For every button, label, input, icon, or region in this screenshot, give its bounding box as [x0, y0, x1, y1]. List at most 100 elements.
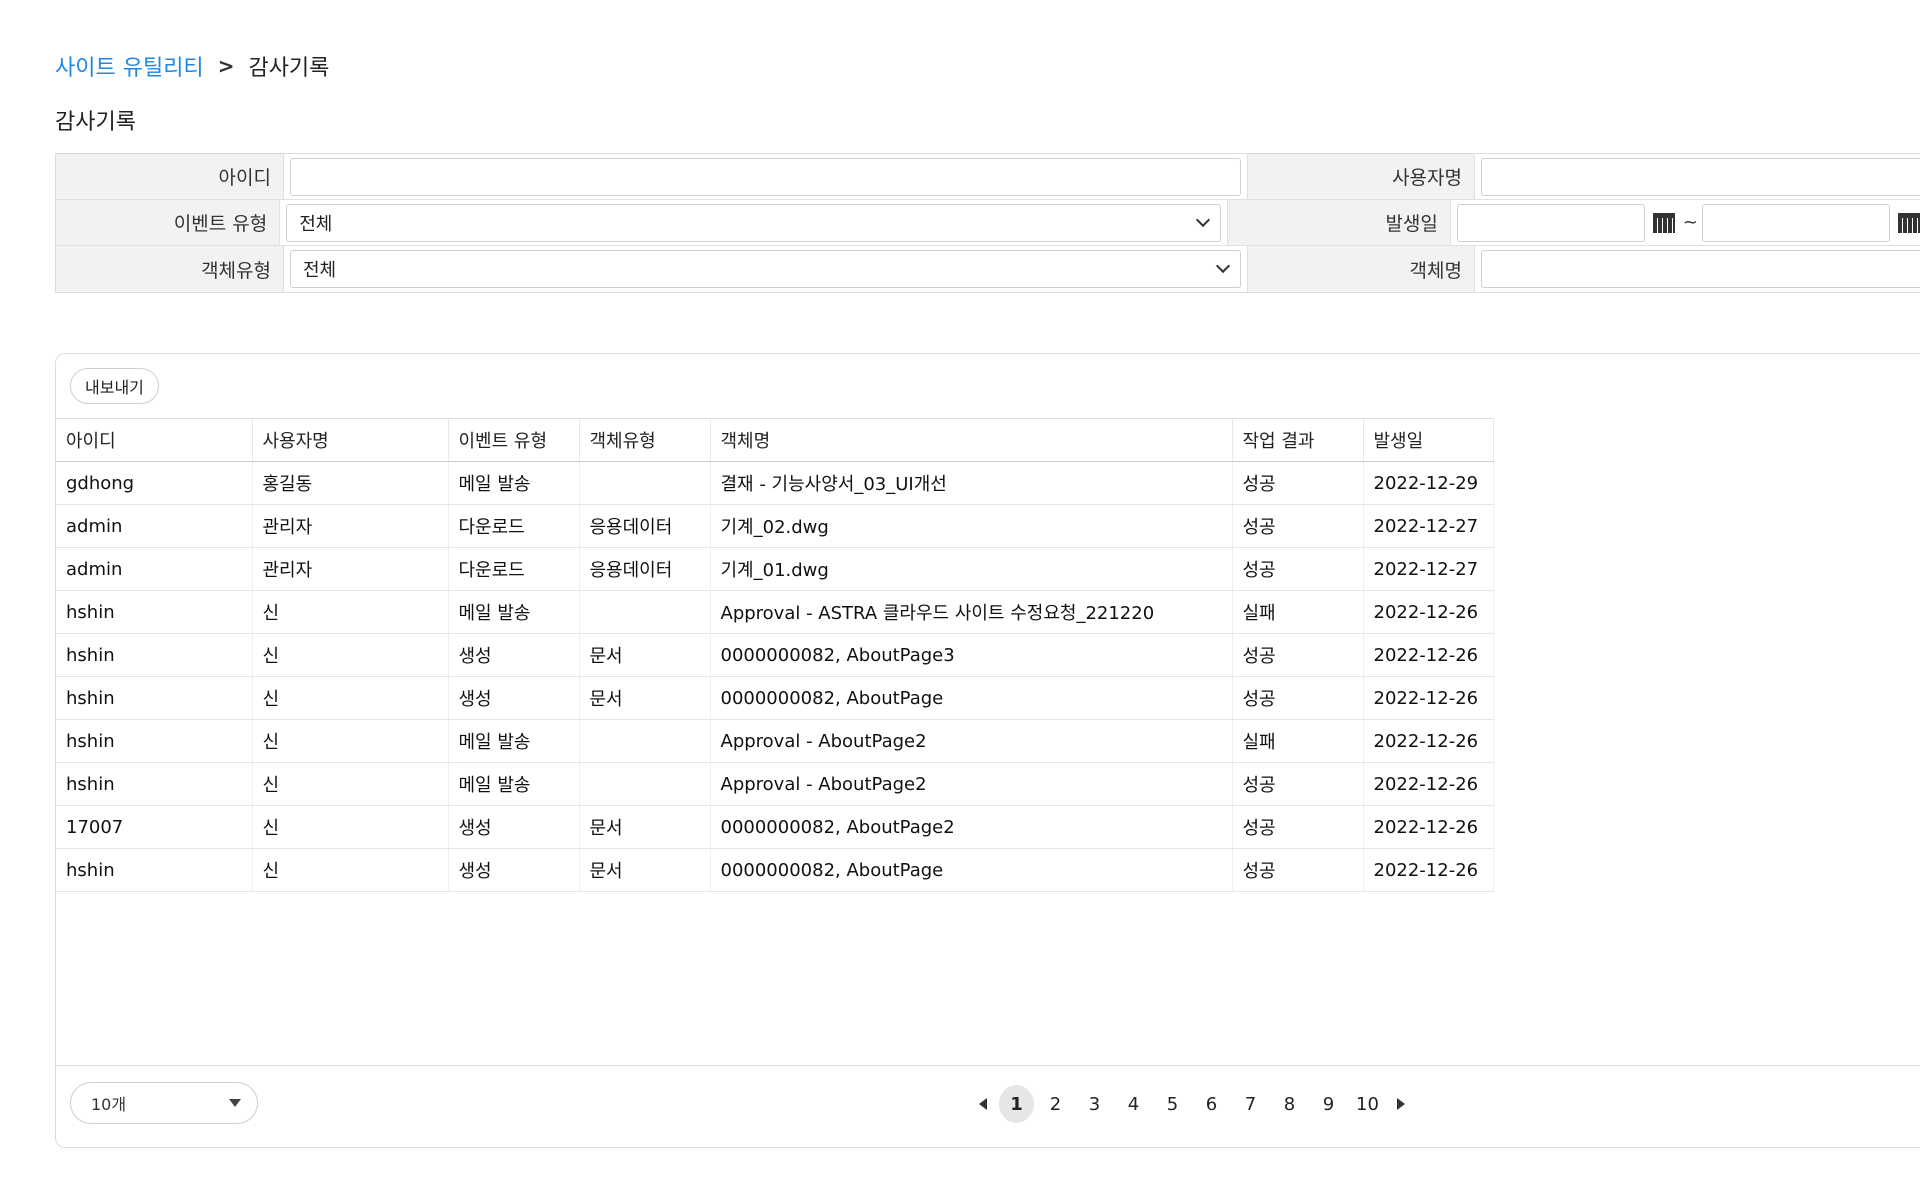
- cell-id: hshin: [56, 633, 253, 677]
- caret-left-icon: [979, 1098, 987, 1110]
- cell-date: 2022-12-27: [1363, 547, 1494, 591]
- prev-page-button[interactable]: [971, 1085, 995, 1123]
- cell-date: 2022-12-26: [1363, 590, 1494, 634]
- cell-object-type: 응용데이터: [579, 547, 711, 591]
- cell-date: 2022-12-26: [1363, 848, 1494, 892]
- column-header-result[interactable]: 작업 결과: [1232, 418, 1364, 462]
- next-page-button[interactable]: [1389, 1085, 1413, 1123]
- caret-down-icon: [229, 1099, 241, 1107]
- calendar-icon[interactable]: [1652, 212, 1675, 233]
- object-name-input[interactable]: [1481, 250, 1920, 288]
- page-number-2[interactable]: 2: [1038, 1085, 1073, 1123]
- cell-id: hshin: [56, 848, 253, 892]
- object-name-cell: [1475, 246, 1920, 292]
- cell-date: 2022-12-26: [1363, 676, 1494, 720]
- page-number-6[interactable]: 6: [1194, 1085, 1229, 1123]
- id-cell: [284, 154, 1247, 199]
- table-row[interactable]: hshin 신 생성 문서 0000000082, AboutPage3 성공 2022-1…: [56, 633, 1494, 677]
- page-title: 감사기록: [55, 110, 136, 135]
- cell-username: 신: [252, 719, 449, 763]
- date-to-input[interactable]: [1702, 203, 1890, 242]
- pagination: 1 2 3 4 5 6 7 8 9 10: [971, 1085, 1413, 1123]
- date-from-input[interactable]: [1456, 203, 1645, 242]
- page-size-select[interactable]: 10개: [70, 1082, 258, 1124]
- cell-date: 2022-12-29: [1363, 461, 1494, 505]
- cell-id: hshin: [56, 762, 253, 806]
- event-type-select[interactable]: 전체: [286, 203, 1221, 242]
- cell-result: 성공: [1232, 762, 1364, 806]
- page-number-3[interactable]: 3: [1077, 1085, 1112, 1123]
- cell-object-name: Approval - ASTRA 클라우드 사이트 수정요청_221220: [710, 590, 1233, 634]
- cell-date: 2022-12-26: [1363, 762, 1494, 806]
- object-type-label: 객체유형: [56, 246, 284, 292]
- cell-object-name: Approval - AboutPage2: [710, 762, 1233, 806]
- cell-result: 실패: [1232, 590, 1364, 634]
- search-row-2: 이벤트 유형 전체 발생일 ~: [56, 200, 1920, 246]
- export-button[interactable]: 내보내기: [70, 368, 159, 404]
- date-label: 발생일: [1226, 200, 1451, 245]
- audit-log-table: 아이디 사용자명 이벤트 유형 객체유형 객체명 작업 결과 발생일 gdhon…: [56, 418, 1494, 892]
- page-number-1[interactable]: 1: [999, 1085, 1034, 1123]
- cell-result: 성공: [1232, 848, 1364, 892]
- cell-event-type: 메일 발송: [448, 719, 580, 763]
- page-number-8[interactable]: 8: [1272, 1085, 1307, 1123]
- page-number-7[interactable]: 7: [1233, 1085, 1268, 1123]
- cell-event-type: 다운로드: [448, 504, 580, 548]
- cell-result: 성공: [1232, 805, 1364, 849]
- object-name-label: 객체명: [1247, 246, 1475, 292]
- cell-date: 2022-12-26: [1363, 633, 1494, 677]
- table-row[interactable]: admin 관리자 다운로드 응용데이터 기계_01.dwg 성공 2022-12-27: [56, 547, 1494, 591]
- column-header-object-name[interactable]: 객체명: [710, 418, 1233, 462]
- table-row[interactable]: 17007 신 생성 문서 0000000082, AboutPage2 성공 2022-1…: [56, 805, 1494, 849]
- search-form: 아이디 사용자명 이벤트 유형 전체 발생일 ~ 객체유형 전체 객체명: [55, 153, 1920, 293]
- grid-footer: 10개 1 2 3 4 5 6 7 8 9 10: [56, 1065, 1920, 1148]
- cell-result: 성공: [1232, 461, 1364, 505]
- cell-username: 신: [252, 676, 449, 720]
- table-row[interactable]: hshin 신 메일 발송 Approval - AboutPage2 성공 2022-1…: [56, 762, 1494, 806]
- cell-event-type: 생성: [448, 805, 580, 849]
- cell-result: 성공: [1232, 676, 1364, 720]
- cell-object-type: 문서: [579, 805, 711, 849]
- search-row-3: 객체유형 전체 객체명: [56, 246, 1920, 292]
- table-row[interactable]: hshin 신 메일 발송 Approval - AboutPage2 실패 2022-1…: [56, 719, 1494, 763]
- username-label: 사용자명: [1247, 154, 1475, 199]
- page-number-10[interactable]: 10: [1350, 1085, 1385, 1123]
- breadcrumb-separator: >: [217, 54, 235, 78]
- column-header-date[interactable]: 발생일: [1363, 418, 1494, 462]
- cell-result: 실패: [1232, 719, 1364, 763]
- table-row[interactable]: gdhong 홍길동 메일 발송 결재 - 기능사양서_03_UI개선 성공 2022-1…: [56, 461, 1494, 505]
- table-row[interactable]: hshin 신 생성 문서 0000000082, AboutPage 성공 2022-12…: [56, 848, 1494, 892]
- table-row[interactable]: hshin 신 생성 문서 0000000082, AboutPage 성공 2022-12…: [56, 676, 1494, 720]
- table-row[interactable]: admin 관리자 다운로드 응용데이터 기계_02.dwg 성공 2022-12-27: [56, 504, 1494, 548]
- page-number-4[interactable]: 4: [1116, 1085, 1151, 1123]
- username-cell: [1475, 154, 1920, 199]
- id-input[interactable]: [290, 157, 1241, 196]
- page-size-value: 10개: [91, 1095, 127, 1114]
- page-numbers: 1 2 3 4 5 6 7 8 9 10: [999, 1085, 1385, 1123]
- cell-result: 성공: [1232, 547, 1364, 591]
- cell-object-name: 결재 - 기능사양서_03_UI개선: [710, 461, 1233, 505]
- cell-date: 2022-12-26: [1363, 805, 1494, 849]
- column-header-event-type[interactable]: 이벤트 유형: [448, 418, 580, 462]
- cell-object-name: 기계_02.dwg: [710, 504, 1233, 548]
- search-row-1: 아이디 사용자명: [56, 154, 1920, 200]
- cell-date: 2022-12-27: [1363, 504, 1494, 548]
- page-number-9[interactable]: 9: [1311, 1085, 1346, 1123]
- breadcrumb-root-link[interactable]: 사이트 유틸리티: [55, 50, 204, 82]
- cell-id: hshin: [56, 676, 253, 720]
- chevron-down-icon: [1215, 258, 1231, 274]
- column-header-object-type[interactable]: 객체유형: [579, 418, 711, 462]
- column-header-username[interactable]: 사용자명: [252, 418, 449, 462]
- username-input[interactable]: [1481, 157, 1920, 196]
- cell-event-type: 생성: [448, 676, 580, 720]
- cell-username: 신: [252, 762, 449, 806]
- cell-object-type: [579, 762, 711, 806]
- calendar-icon[interactable]: [1898, 212, 1920, 233]
- event-type-label: 이벤트 유형: [56, 200, 281, 245]
- table-row[interactable]: hshin 신 메일 발송 Approval - ASTRA 클라우드 사이트 수정요…: [56, 590, 1494, 634]
- cell-id: admin: [56, 504, 253, 548]
- page-number-5[interactable]: 5: [1155, 1085, 1190, 1123]
- event-type-value: 전체: [299, 213, 333, 235]
- object-type-select[interactable]: 전체: [290, 250, 1241, 288]
- column-header-id[interactable]: 아이디: [56, 418, 253, 462]
